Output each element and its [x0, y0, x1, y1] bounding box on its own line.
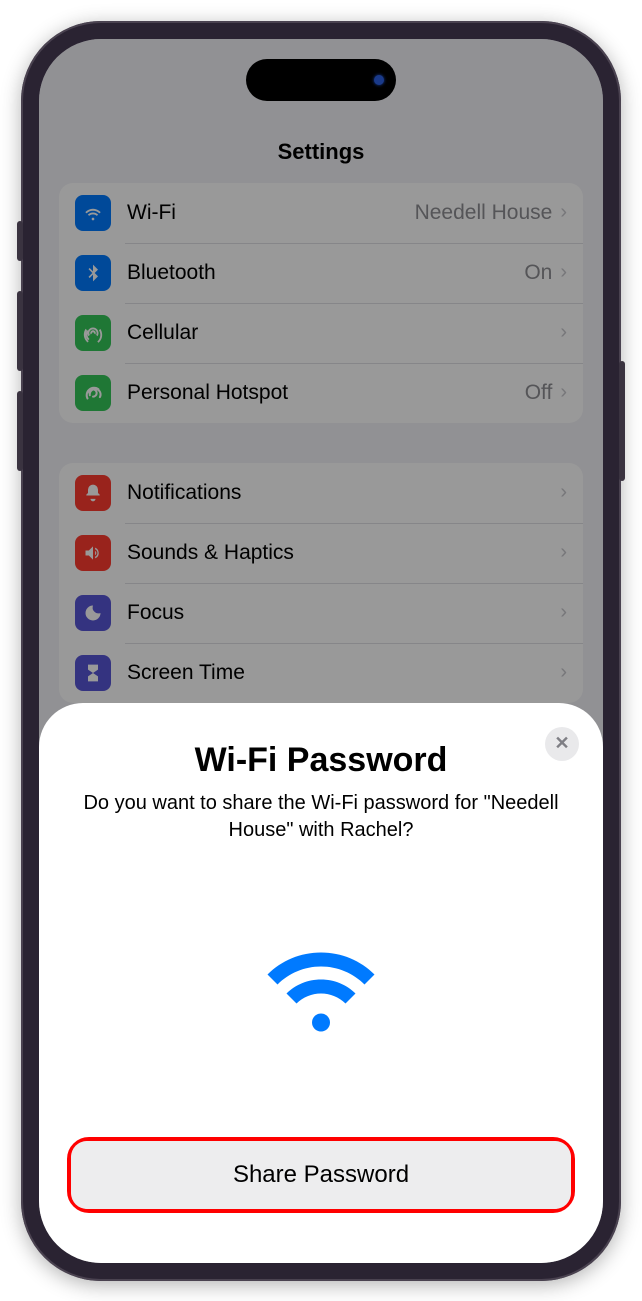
share-password-button[interactable]: Share Password [71, 1141, 571, 1209]
sheet-title: Wi-Fi Password [67, 741, 575, 780]
screen: Settings Wi-Fi Needell House › [39, 39, 603, 1263]
camera-dot [374, 75, 384, 85]
close-button[interactable]: ✕ [545, 727, 579, 761]
silent-switch [17, 221, 23, 261]
close-icon: ✕ [554, 733, 569, 754]
volume-down-button [17, 391, 23, 471]
phone-frame: Settings Wi-Fi Needell House › [21, 21, 621, 1281]
power-button [619, 361, 625, 481]
share-wifi-sheet: ✕ Wi-Fi Password Do you want to share th… [39, 703, 603, 1263]
dynamic-island [246, 59, 396, 101]
wifi-large-icon [67, 934, 575, 1034]
sheet-subtitle: Do you want to share the Wi-Fi password … [67, 790, 575, 844]
share-button-highlight: Share Password [67, 1137, 575, 1213]
volume-up-button [17, 291, 23, 371]
